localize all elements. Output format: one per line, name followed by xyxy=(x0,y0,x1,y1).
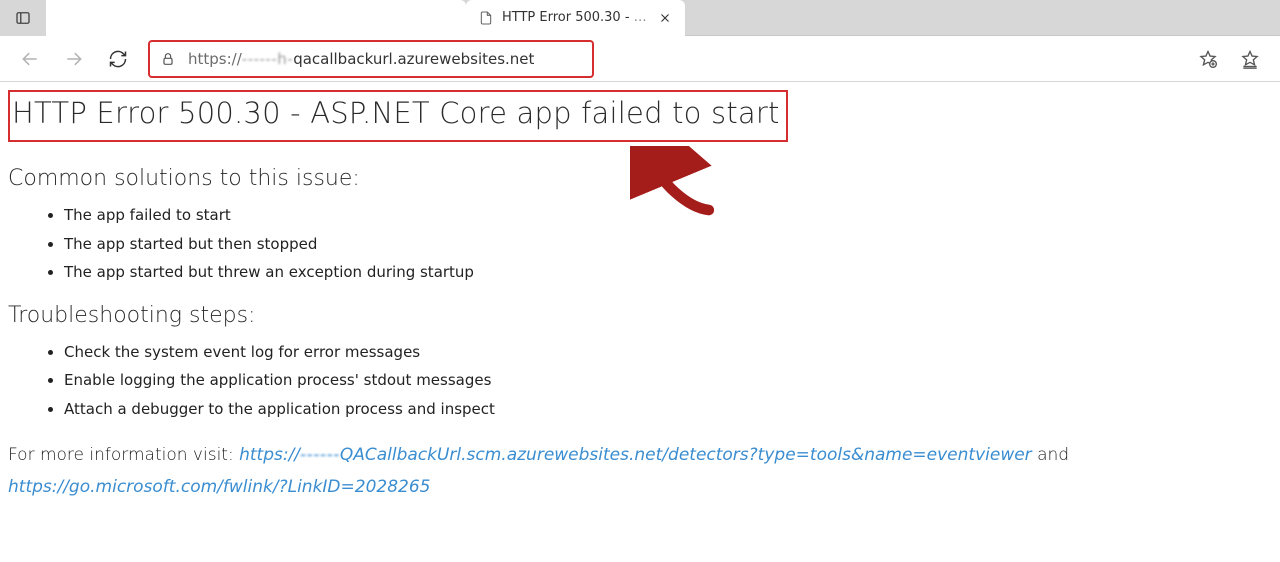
tab-strip: HTTP Error 500.30 - … xyxy=(0,0,1280,36)
more-info-paragraph: For more information visit: https://----… xyxy=(8,439,1280,504)
troubleshooting-heading: Troubleshooting steps: xyxy=(8,303,1280,328)
tab-actions-button[interactable] xyxy=(0,0,46,36)
common-solutions-heading: Common solutions to this issue: xyxy=(8,166,1280,191)
list-item: The app started but threw an exception d… xyxy=(64,258,1280,287)
page-icon xyxy=(478,10,494,26)
forward-icon xyxy=(64,49,84,69)
list-item: The app failed to start xyxy=(64,201,1280,230)
site-info-button[interactable] xyxy=(154,45,182,73)
back-button[interactable] xyxy=(10,41,50,77)
diagnostics-link[interactable]: https://------QACallbackUrl.scm.azureweb… xyxy=(239,445,1032,465)
forward-button[interactable] xyxy=(54,41,94,77)
refresh-icon xyxy=(108,49,128,69)
troubleshooting-list: Check the system event log for error mes… xyxy=(64,338,1280,424)
more-info-text: For more information visit: xyxy=(8,445,239,465)
annotation-heading-highlight: HTTP Error 500.30 - ASP.NET Core app fai… xyxy=(8,90,788,142)
browser-toolbar: https://------h-qacallbackurl.azurewebsi… xyxy=(0,36,1280,82)
collections-icon xyxy=(1240,49,1260,69)
common-solutions-list: The app failed to start The app started … xyxy=(64,201,1280,287)
tab-close-button[interactable] xyxy=(655,8,675,28)
list-item: The app started but then stopped xyxy=(64,230,1280,259)
collections-button[interactable] xyxy=(1230,41,1270,77)
close-icon xyxy=(658,11,672,25)
address-bar[interactable]: https://------h-qacallbackurl.azurewebsi… xyxy=(148,42,1178,76)
refresh-button[interactable] xyxy=(98,41,138,77)
list-item: Attach a debugger to the application pro… xyxy=(64,395,1280,424)
list-item: Check the system event log for error mes… xyxy=(64,338,1280,367)
address-url: https://------h-qacallbackurl.azurewebsi… xyxy=(188,50,534,68)
page-content: HTTP Error 500.30 - ASP.NET Core app fai… xyxy=(0,82,1280,504)
tab-title-active: HTTP Error 500.30 - … xyxy=(502,10,647,25)
tab-manager-icon xyxy=(14,9,32,27)
list-item: Enable logging the application process' … xyxy=(64,366,1280,395)
tab-blank[interactable] xyxy=(46,0,466,36)
back-icon xyxy=(20,49,40,69)
and-text: and xyxy=(1037,445,1069,465)
page-title: HTTP Error 500.30 - ASP.NET Core app fai… xyxy=(12,96,780,130)
lock-icon xyxy=(160,51,176,67)
tab-active[interactable]: HTTP Error 500.30 - … xyxy=(466,0,685,36)
favorite-add-icon xyxy=(1198,49,1218,69)
favorites-button[interactable] xyxy=(1188,41,1228,77)
docs-link[interactable]: https://go.microsoft.com/fwlink/?LinkID=… xyxy=(8,477,430,497)
